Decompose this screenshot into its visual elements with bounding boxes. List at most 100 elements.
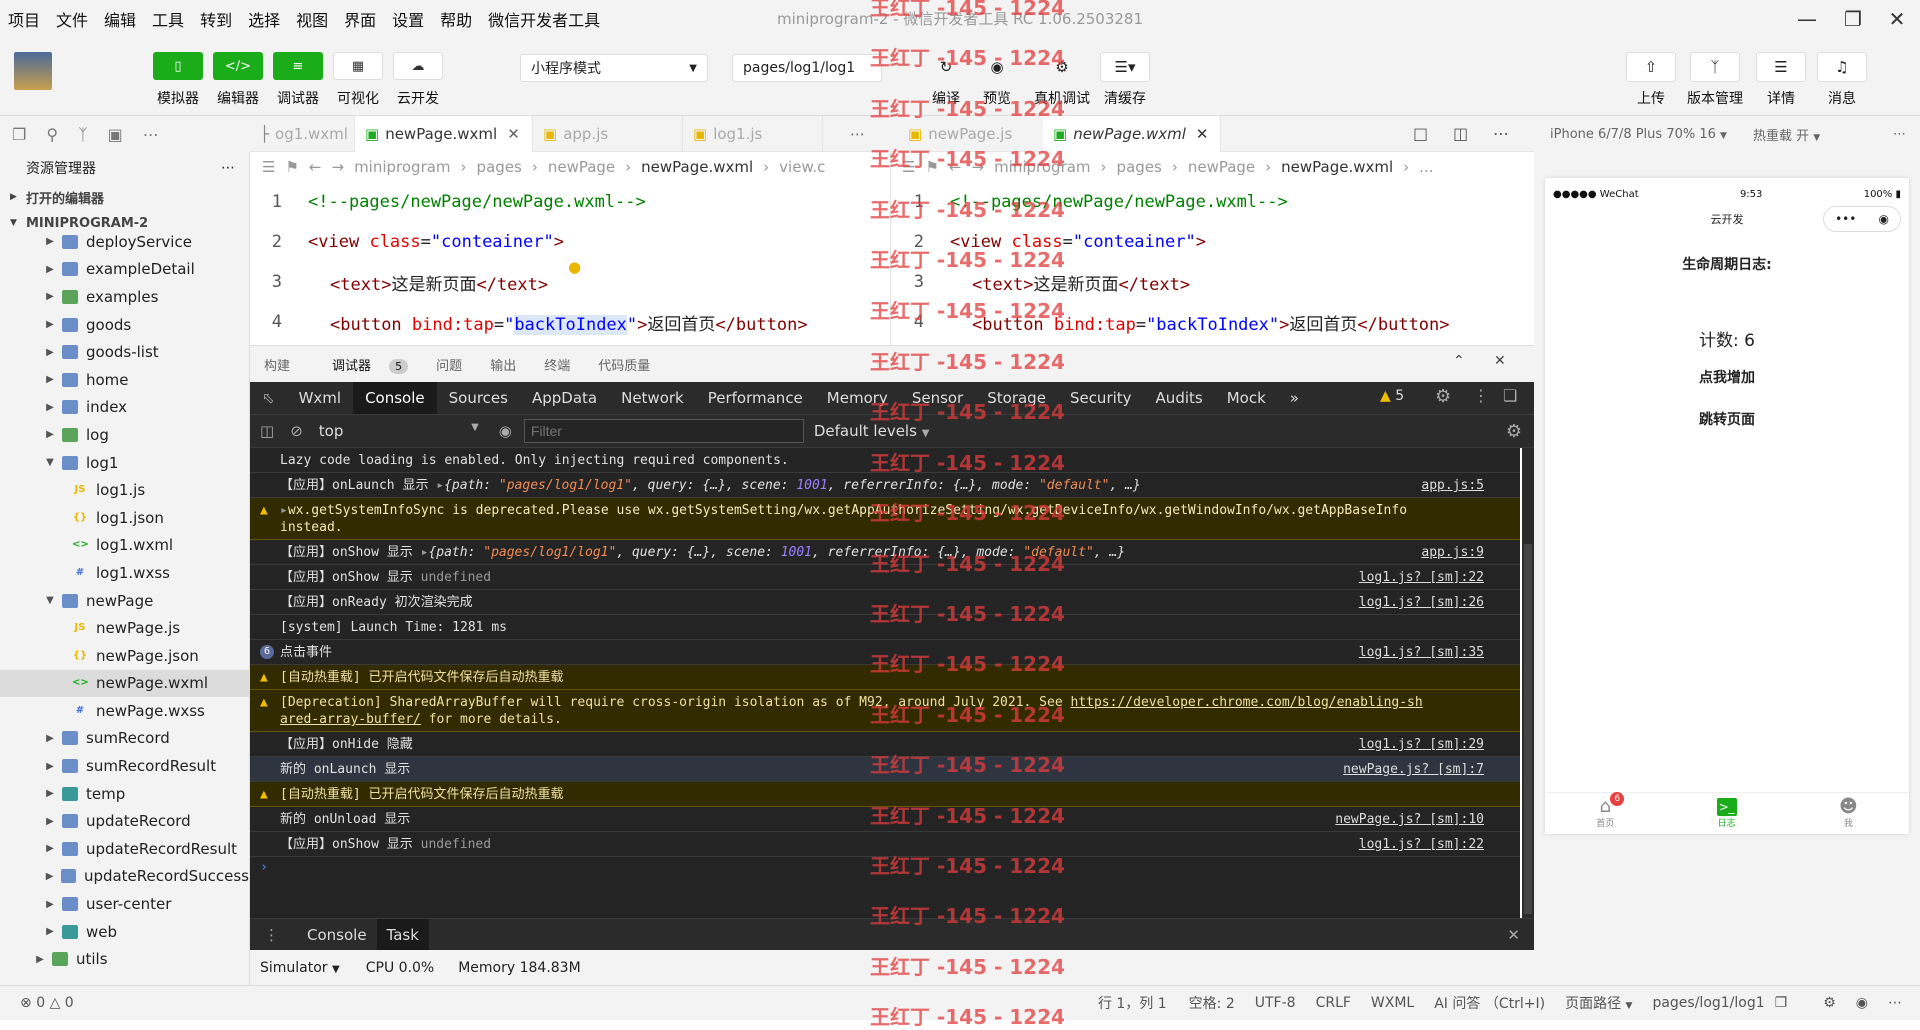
tree-item-log1[interactable]: ▼ log1 bbox=[0, 449, 249, 477]
tree-item-newpage-js[interactable]: JS newPage.js bbox=[0, 614, 249, 642]
source-link[interactable]: log1.js? [sm]:22 bbox=[1359, 836, 1484, 853]
tab-log1-js[interactable]: ▣ log1.js bbox=[683, 116, 823, 152]
tree-item-newpage-json[interactable]: {} newPage.json bbox=[0, 642, 249, 670]
visual-button[interactable]: ▦ bbox=[333, 52, 383, 80]
tree-item-log1-js[interactable]: JS log1.js bbox=[0, 476, 249, 504]
compile-button[interactable]: ↻ bbox=[921, 52, 971, 82]
breadcrumb-item[interactable]: view.c bbox=[779, 158, 825, 176]
language-mode[interactable]: WXML bbox=[1371, 995, 1414, 1011]
tab-og1-wxml[interactable]: ├ og1.wxml bbox=[250, 116, 355, 152]
tab-build[interactable]: 构建 bbox=[250, 355, 304, 374]
console-prompt[interactable]: › bbox=[250, 857, 1520, 882]
minimize-icon[interactable]: — bbox=[1784, 0, 1830, 38]
devtab-console[interactable]: Console bbox=[353, 382, 437, 414]
menu-project[interactable]: 项目 bbox=[0, 7, 48, 31]
devtab-sensor[interactable]: Sensor bbox=[900, 382, 975, 414]
tree-item-newpage-wxml[interactable]: <> newPage.wxml bbox=[0, 669, 249, 698]
ai-assistant[interactable]: AI 问答 （Ctrl+I) bbox=[1434, 993, 1545, 1013]
close-icon[interactable]: ✕ bbox=[1196, 125, 1209, 143]
target-icon[interactable]: ◉ bbox=[1878, 209, 1888, 229]
source-link[interactable]: newPage.js? [sm]:7 bbox=[1343, 761, 1484, 778]
tree-item-examples[interactable]: ▶ examples bbox=[0, 283, 249, 311]
devtab-appdata[interactable]: AppData bbox=[520, 382, 609, 414]
list-icon[interactable]: ☰ bbox=[262, 158, 275, 176]
line-ending[interactable]: CRLF bbox=[1316, 995, 1351, 1011]
source-link[interactable]: newPage.js? [sm]:10 bbox=[1335, 811, 1484, 828]
tree-item-updaterecordsuccess[interactable]: ▶ updateRecordSuccess bbox=[0, 863, 249, 891]
clear-console-icon[interactable]: ⊘ bbox=[290, 422, 303, 440]
devtab-storage[interactable]: Storage bbox=[975, 382, 1058, 414]
tab-newpage-js[interactable]: ▣ newPage.js bbox=[898, 116, 1043, 152]
increment-button[interactable]: 点我增加 bbox=[1545, 367, 1909, 387]
devtab-security[interactable]: Security bbox=[1058, 382, 1144, 414]
devtab-audits[interactable]: Audits bbox=[1144, 382, 1215, 414]
source-link[interactable]: app.js:5 bbox=[1421, 477, 1484, 494]
tree-item-user-center[interactable]: ▶ user-center bbox=[0, 890, 249, 918]
source-control-icon[interactable]: ᛉ bbox=[78, 125, 88, 144]
more-icon[interactable]: ⋯ bbox=[1493, 124, 1509, 143]
console-output[interactable]: Lazy code loading is enabled. Only injec… bbox=[250, 448, 1520, 918]
tab-terminal[interactable]: 终端 bbox=[530, 355, 584, 374]
menu-wechat-devtools[interactable]: 微信开发者工具 bbox=[480, 7, 608, 31]
close-drawer-icon[interactable]: ✕ bbox=[1507, 926, 1520, 944]
avatar[interactable] bbox=[14, 52, 52, 90]
sidebar-toggle-icon[interactable]: ◫ bbox=[260, 422, 274, 440]
drawer-tab-console[interactable]: Console bbox=[297, 919, 377, 951]
tabbar-home[interactable]: ⌂ 首页 6 bbox=[1596, 792, 1625, 829]
debugger-button[interactable]: ≡ bbox=[273, 52, 323, 80]
simulator-button[interactable]: ▯ bbox=[153, 52, 203, 80]
devtab-memory[interactable]: Memory bbox=[815, 382, 900, 414]
files-icon[interactable]: ❐ bbox=[12, 125, 26, 144]
tree-item-web[interactable]: ▶ web bbox=[0, 918, 249, 946]
split-editor-icon[interactable]: ◫ bbox=[1453, 124, 1468, 143]
devtab-performance[interactable]: Performance bbox=[696, 382, 815, 414]
capsule-button[interactable]: ••• ◉ bbox=[1823, 206, 1901, 232]
eye-icon[interactable]: ◉ bbox=[1856, 995, 1868, 1011]
filter-input[interactable] bbox=[523, 419, 804, 443]
compile-mode-select[interactable]: pages/log1/log1 bbox=[732, 54, 882, 82]
preview-button[interactable]: ◉ bbox=[972, 52, 1022, 82]
tree-item-log1-wxml[interactable]: <> log1.wxml bbox=[0, 532, 249, 560]
devtab-sources[interactable]: Sources bbox=[437, 382, 520, 414]
bookmark-icon[interactable]: ⚑ bbox=[925, 158, 938, 176]
version-button[interactable]: ᛉ bbox=[1690, 52, 1740, 82]
tree-item-log[interactable]: ▶ log bbox=[0, 421, 249, 449]
log-link[interactable]: ared-array-buffer/ bbox=[280, 712, 421, 727]
menu-view[interactable]: 视图 bbox=[288, 7, 336, 31]
dock-icon[interactable]: ❏ bbox=[1503, 386, 1517, 405]
more-icon[interactable]: ⋯ bbox=[1893, 127, 1906, 142]
simulator-select[interactable]: Simulator ▼ bbox=[260, 960, 340, 976]
encoding[interactable]: UTF-8 bbox=[1255, 995, 1296, 1011]
clear-cache-button[interactable]: ☰▾ bbox=[1100, 52, 1150, 82]
tree-item-updaterecordresult[interactable]: ▶ updateRecordResult bbox=[0, 835, 249, 863]
debug-icon[interactable]: ▣ bbox=[108, 125, 123, 144]
inspect-icon[interactable]: ⬁ bbox=[250, 382, 287, 414]
menu-tools[interactable]: 工具 bbox=[144, 7, 192, 31]
tree-item-temp[interactable]: ▶ temp bbox=[0, 780, 249, 808]
tabbar-log[interactable]: >_ 日志 bbox=[1716, 798, 1737, 829]
breadcrumb-item[interactable]: newPage bbox=[548, 158, 615, 176]
menu-goto[interactable]: 转到 bbox=[192, 7, 240, 31]
tree-item-newpage-wxss[interactable]: # newPage.wxss bbox=[0, 697, 249, 725]
list-icon[interactable]: ☰ bbox=[902, 158, 915, 176]
more-icon[interactable]: ⋯ bbox=[221, 160, 235, 176]
tab-output[interactable]: 输出 bbox=[476, 355, 530, 374]
close-icon[interactable]: ✕ bbox=[507, 125, 520, 143]
warning-count[interactable]: ▲ 5 bbox=[1380, 388, 1404, 404]
menu-select[interactable]: 选择 bbox=[240, 7, 288, 31]
console-settings-icon[interactable]: ⚙ bbox=[1506, 421, 1522, 442]
kebab-icon[interactable]: ⋮ bbox=[1473, 386, 1489, 405]
bug-icon[interactable]: ⚙ bbox=[1823, 995, 1836, 1011]
breadcrumb-item[interactable]: miniprogram bbox=[994, 158, 1090, 176]
tabbar-me[interactable]: ☻ 我 bbox=[1839, 798, 1858, 830]
breadcrumb-item[interactable]: ... bbox=[1419, 158, 1433, 176]
open-editors-section[interactable]: ▶ 打开的编辑器 bbox=[0, 184, 249, 210]
page-path-select[interactable]: 页面路径 ▼ bbox=[1565, 993, 1632, 1013]
forward-icon[interactable]: → bbox=[331, 158, 344, 176]
menu-interface[interactable]: 界面 bbox=[336, 7, 384, 31]
tree-item-sumrecord[interactable]: ▶ sumRecord bbox=[0, 725, 249, 753]
devtab-network[interactable]: Network bbox=[609, 382, 696, 414]
close-icon[interactable]: ✕ bbox=[1874, 0, 1920, 38]
tree-item-index[interactable]: ▶ index bbox=[0, 394, 249, 422]
more-tabs-icon[interactable]: » bbox=[1278, 382, 1311, 414]
